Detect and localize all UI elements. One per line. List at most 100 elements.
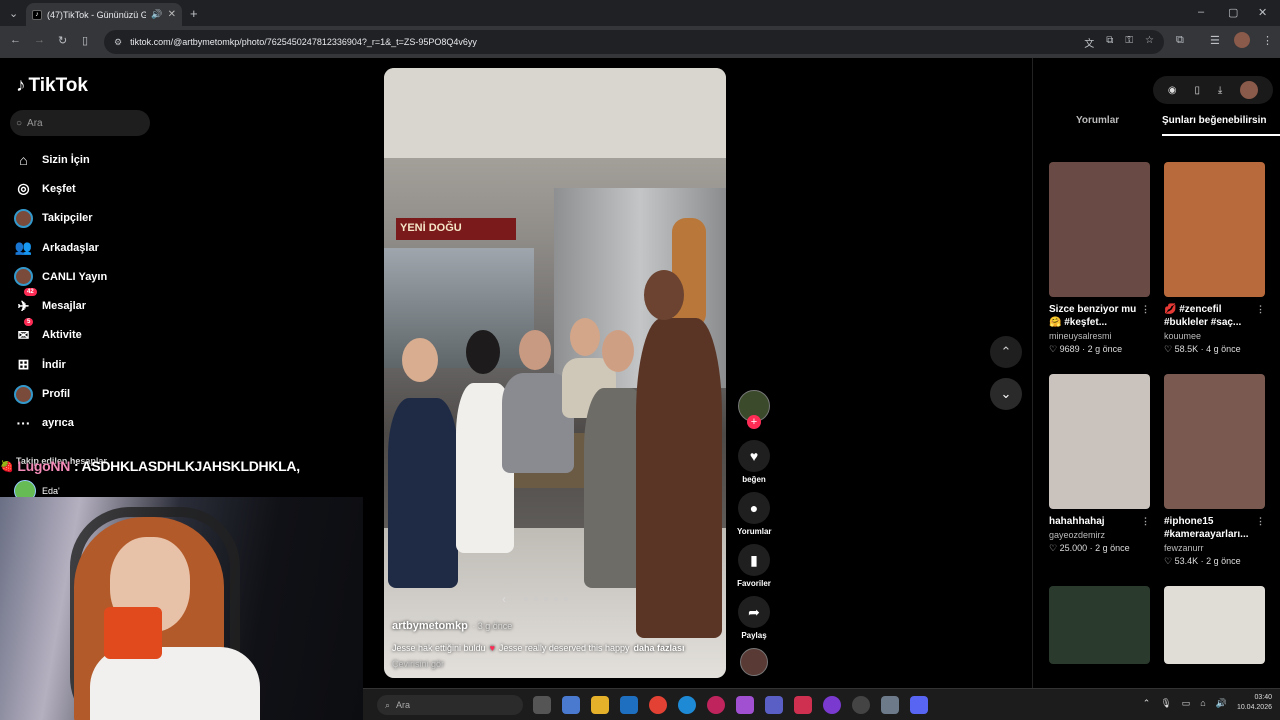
sidebar-item[interactable]: 👥 Arkadaşlar (14, 233, 107, 262)
video-thumbnail[interactable] (1164, 586, 1265, 664)
card-caption[interactable]: hahahhahaj ⋮ (1049, 515, 1150, 528)
suggested-video-card[interactable]: #iphone15 #kameraayarları... ⋮ fewzanurr ♡ … (1164, 374, 1265, 567)
close-window-icon[interactable]: ✕ (1258, 6, 1267, 19)
tab-list-icon[interactable]: ⌄ (9, 7, 18, 20)
tray-chevron-icon[interactable]: ⌃ (1143, 698, 1151, 709)
translate-link[interactable]: Çevirisini gör (392, 659, 722, 669)
network-icon[interactable]: ⌂ (1200, 698, 1205, 708)
new-tab-button[interactable]: + (190, 6, 198, 21)
reload-icon[interactable]: ↻ (58, 34, 67, 47)
compass-icon[interactable]: ◉ (1168, 85, 1177, 96)
minimize-icon[interactable]: – (1198, 6, 1204, 18)
more-options-icon[interactable]: ⋮ (1141, 303, 1150, 316)
settings-icon[interactable] (881, 696, 899, 714)
forward-icon[interactable]: → (34, 34, 45, 46)
sidebar-item[interactable]: ··· ayrıca (14, 409, 107, 438)
carousel-dot[interactable] (554, 597, 558, 601)
close-tab-icon[interactable]: ✕ (168, 9, 176, 20)
more-options-icon[interactable]: ⋮ (1256, 303, 1265, 316)
file-explorer-icon[interactable] (591, 696, 609, 714)
teams-icon[interactable] (765, 696, 783, 714)
speaker-icon[interactable]: 🔊 (151, 9, 162, 20)
card-author[interactable]: fewzanurr (1164, 543, 1265, 553)
maximize-icon[interactable]: ▢ (1228, 6, 1238, 19)
back-icon[interactable]: ← (10, 34, 21, 46)
sidebar-item[interactable]: ✈ 42 Mesajlar (14, 288, 107, 320)
store-icon[interactable] (620, 696, 638, 714)
app-icon[interactable] (852, 696, 870, 714)
app-icon[interactable] (823, 696, 841, 714)
bookmark-star-icon[interactable]: ☆ (1145, 35, 1154, 50)
card-author[interactable]: mineuysalresmi (1049, 331, 1150, 341)
sound-avatar-button[interactable] (737, 648, 771, 676)
sidebar-item[interactable]: ✉ 5 Aktivite (14, 317, 107, 350)
carousel-dot[interactable] (544, 597, 548, 601)
video-thumbnail[interactable] (1049, 374, 1150, 509)
comments-button[interactable]: ● Yorumlar (737, 492, 772, 536)
card-author[interactable]: kouumee (1164, 331, 1265, 341)
card-caption[interactable]: 💋 #zencefil #bukleler #saç... ⋮ (1164, 303, 1265, 329)
post-photo[interactable]: YENİ DOĞU ‹ (384, 68, 726, 678)
install-icon[interactable]: ⧉ (1106, 35, 1113, 50)
browser-tab[interactable]: ♪ (47)TikTok - Gününüzü Güz 🔊 ✕ (26, 3, 182, 26)
discord-icon[interactable] (910, 696, 928, 714)
site-info-icon[interactable]: ⚙ (114, 37, 122, 48)
more-link[interactable]: daha fazlası (633, 643, 684, 653)
tab-suggested[interactable]: Şunları beğenebilirsin (1162, 115, 1280, 126)
sidebar-item[interactable]: ⊞ İndir (14, 350, 107, 379)
carousel-dot[interactable] (524, 597, 528, 601)
author-avatar-button[interactable]: + (737, 390, 771, 429)
phone-icon[interactable]: ▯ (1194, 85, 1200, 96)
card-caption[interactable]: Sizce benziyor mu 🤗 #keşfet... ⋮ (1049, 303, 1150, 329)
like-button[interactable]: ♥ beğen (737, 440, 771, 484)
clock[interactable]: 03:40 10.04.2026 (1237, 693, 1272, 713)
suggested-video-card[interactable] (1164, 586, 1265, 664)
sidebar-item[interactable]: Takipçiler (14, 204, 107, 233)
app-icon[interactable] (794, 696, 812, 714)
download-icon[interactable]: ⤓ (1218, 85, 1222, 96)
sidebar-item[interactable]: CANLI Yayın (14, 262, 107, 291)
suggested-video-card[interactable] (1049, 586, 1150, 664)
menu-icon[interactable]: ⋮ (1262, 34, 1273, 47)
user-avatar[interactable] (1240, 81, 1259, 99)
tiktok-logo[interactable]: ♪ TikTok (16, 75, 88, 97)
tab-comments[interactable]: Yorumlar (1076, 115, 1119, 126)
card-author[interactable]: gayeozdemirz (1049, 530, 1150, 540)
chrome-icon[interactable] (649, 696, 667, 714)
more-options-icon[interactable]: ⋮ (1141, 515, 1150, 528)
copilot-icon[interactable] (736, 696, 754, 714)
video-thumbnail[interactable] (1049, 162, 1150, 297)
volume-icon[interactable]: 🔊 (1216, 698, 1227, 709)
follow-plus-icon[interactable]: + (747, 415, 761, 429)
sidebar-toggle-icon[interactable]: ▯ (82, 34, 88, 47)
address-bar[interactable]: ⚙ tiktok.com/@artbymetomkp/photo/7625450… (104, 30, 1164, 54)
suggested-video-card[interactable]: Sizce benziyor mu 🤗 #keşfet... ⋮ mineuysal… (1049, 162, 1150, 355)
monitor-icon[interactable]: ▭ (1182, 698, 1191, 709)
key-icon[interactable]: ⚿ (1125, 35, 1133, 50)
search-input[interactable]: ○ Ara (10, 110, 150, 136)
extensions-icon[interactable]: ⧉ (1176, 34, 1184, 47)
next-post-button[interactable]: ⌄ (990, 378, 1022, 410)
video-thumbnail[interactable] (1164, 162, 1265, 297)
previous-post-button[interactable]: ⌃ (990, 336, 1022, 368)
edge-icon[interactable] (678, 696, 696, 714)
favorites-button[interactable]: ▮ Favoriler (737, 544, 771, 588)
share-button[interactable]: ➦ Paylaş (737, 596, 771, 640)
sidebar-item[interactable]: ⌂ Sizin İçin (14, 145, 107, 174)
carousel-prev-icon[interactable]: ‹ (502, 592, 506, 606)
translate-icon[interactable]: 文 (1084, 35, 1094, 50)
profile-avatar[interactable] (1234, 32, 1250, 48)
app-icon[interactable] (562, 696, 580, 714)
sidebar-item[interactable]: Profil (14, 379, 107, 408)
suggested-video-card[interactable]: 💋 #zencefil #bukleler #saç... ⋮ kouumee ♡ 5… (1164, 162, 1265, 355)
mic-icon[interactable]: 🎙 (1160, 698, 1171, 709)
sidebar-item[interactable]: ◎ Keşfet (14, 174, 107, 203)
video-thumbnail[interactable] (1164, 374, 1265, 509)
taskbar-search[interactable]: ⌕ Ara (377, 695, 523, 715)
reading-list-icon[interactable]: ☰ (1210, 34, 1220, 47)
task-view-icon[interactable] (533, 696, 551, 714)
post-author[interactable]: artbymetomkp (392, 620, 468, 632)
more-options-icon[interactable]: ⋮ (1256, 515, 1265, 528)
opera-icon[interactable] (707, 696, 725, 714)
video-thumbnail[interactable] (1049, 586, 1150, 664)
